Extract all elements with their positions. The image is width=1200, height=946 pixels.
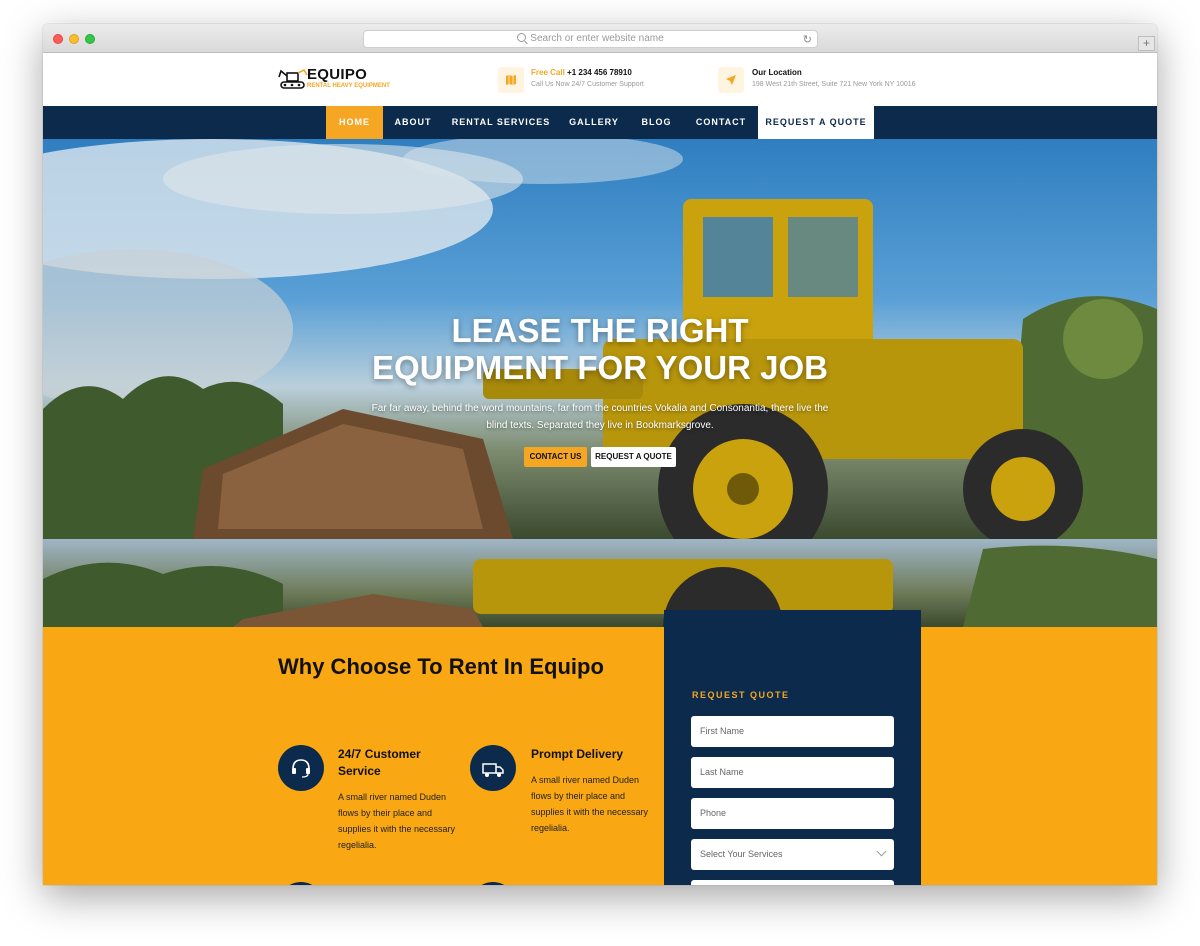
chevron-down-icon [876, 846, 887, 857]
call-label: Free Call [531, 68, 565, 77]
new-tab-button[interactable]: + [1138, 36, 1155, 51]
feature-title-customer-service: 24/7 Customer Service [338, 747, 421, 778]
search-icon [517, 33, 527, 42]
call-subtitle: Call Us Now 24/7 Customer Support [531, 81, 644, 88]
why-choose-section: Why Choose To Rent In Equipo 24/7 Custom… [43, 627, 1157, 885]
send-icon [718, 67, 744, 93]
minimize-window-button[interactable] [69, 34, 79, 44]
logo-tagline: RENTAL HEAVY EQUIPMENT [307, 83, 390, 89]
request-quote-button[interactable]: REQUEST A QUOTE [591, 447, 676, 467]
feature-title-prompt-delivery: Prompt Delivery [531, 747, 624, 761]
main-nav: HOME ABOUT RENTAL SERVICES GALLERY BLOG … [43, 106, 1157, 139]
hero-title-line2: EQUIPMENT FOR YOUR JOB [372, 349, 828, 386]
website: EQUIPO RENTAL HEAVY EQUIPMENT Free Call … [43, 53, 1157, 885]
nav-request-quote-button[interactable]: REQUEST A QUOTE [758, 106, 874, 139]
reload-icon[interactable]: ↻ [803, 32, 812, 48]
parallax-background-image [43, 545, 1157, 627]
feature-icon [470, 882, 516, 885]
call-title: Free Call +1 234 456 78910 [531, 68, 632, 77]
nav-item-contact[interactable]: CONTACT [684, 106, 758, 139]
support-icon [278, 745, 324, 791]
close-window-button[interactable] [53, 34, 63, 44]
services-select-value: Select Your Services [700, 849, 783, 859]
request-quote-form: REQUEST QUOTE First Name Last Name Phone… [664, 610, 921, 885]
services-select[interactable]: Select Your Services [691, 839, 894, 870]
feature-text-customer-service: A small river named Duden flows by their… [338, 792, 456, 850]
phone-field[interactable]: Phone [691, 798, 894, 829]
nav-item-rental-services[interactable]: RENTAL SERVICES [443, 106, 559, 139]
excavator-logo-icon [278, 68, 308, 89]
browser-titlebar: Search or enter website name ↻ + [43, 24, 1157, 53]
location-address: 198 West 21th Street, Suite 721 New York… [752, 81, 916, 88]
next-form-field[interactable] [691, 880, 894, 885]
hero-parallax-strip [43, 539, 1157, 627]
browser-window: Search or enter website name ↻ + EQUIPO … [43, 24, 1157, 885]
site-logo[interactable]: EQUIPO RENTAL HEAVY EQUIPMENT [278, 66, 393, 94]
last-name-field[interactable]: Last Name [691, 757, 894, 788]
first-name-field[interactable]: First Name [691, 716, 894, 747]
nav-item-about[interactable]: ABOUT [383, 106, 443, 139]
nav-item-blog[interactable]: BLOG [629, 106, 684, 139]
logo-name: EQUIPO [307, 66, 368, 83]
site-header: EQUIPO RENTAL HEAVY EQUIPMENT Free Call … [43, 53, 1157, 106]
map-icon [498, 67, 524, 93]
delivery-icon [470, 745, 516, 791]
nav-item-home[interactable]: HOME [326, 106, 383, 139]
hero-banner: LEASE THE RIGHT EQUIPMENT FOR YOUR JOB F… [43, 139, 1157, 539]
nav-item-gallery[interactable]: GALLERY [559, 106, 629, 139]
quote-form-heading: REQUEST QUOTE [692, 690, 790, 700]
maximize-window-button[interactable] [85, 34, 95, 44]
address-bar[interactable]: Search or enter website name ↻ [363, 30, 818, 48]
hero-title: LEASE THE RIGHT EQUIPMENT FOR YOUR JOB [43, 312, 1157, 386]
hero-subtitle: Far far away, behind the word mountains,… [371, 403, 829, 431]
call-number[interactable]: +1 234 456 78910 [567, 68, 632, 77]
address-placeholder: Search or enter website name [530, 33, 664, 44]
why-choose-title: Why Choose To Rent In Equipo [278, 654, 604, 679]
location-title: Our Location [752, 68, 802, 77]
hero-title-line1: LEASE THE RIGHT [451, 312, 749, 349]
feature-icon [278, 882, 324, 885]
feature-text-prompt-delivery: A small river named Duden flows by their… [531, 775, 649, 833]
contact-us-button[interactable]: CONTACT US [524, 447, 587, 467]
